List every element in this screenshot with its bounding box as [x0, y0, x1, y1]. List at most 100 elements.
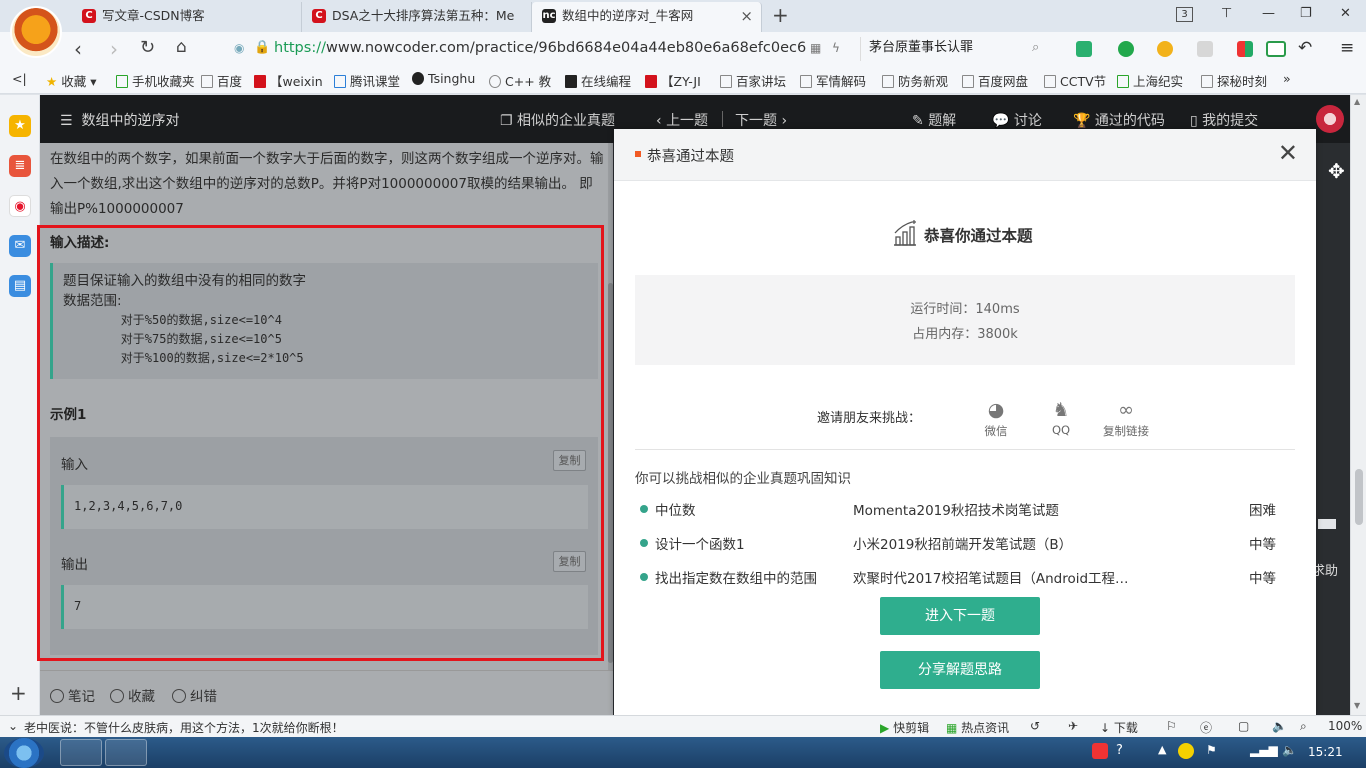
share-qq-button[interactable]: ♞ QQ — [1031, 397, 1091, 437]
coupon-icon[interactable] — [1157, 41, 1173, 57]
url-field[interactable]: ◉ 🔒 https://www.nowcoder.com/practice/96… — [226, 37, 856, 61]
tab-csdn[interactable]: C 写文章-CSDN博客 — [72, 2, 302, 32]
apps-icon[interactable] — [1237, 41, 1253, 57]
scroll-up-icon[interactable]: ▲ — [1354, 97, 1360, 106]
bookmark-item[interactable]: C++ 教 — [489, 71, 551, 90]
my-submissions-link[interactable]: ▯ 我的提交 — [1190, 110, 1258, 130]
ad-text[interactable]: 老中医说：不管什么皮肤病，用这个方法，1次就给你断根！ — [24, 719, 344, 736]
screenshot-icon[interactable] — [1197, 41, 1213, 57]
url-text[interactable]: https://www.nowcoder.com/practice/96bd66… — [274, 40, 806, 56]
scissors-icon[interactable] — [1076, 41, 1092, 57]
volume-icon[interactable]: 🔈 — [1272, 719, 1287, 733]
download-button[interactable]: ↓ 下载 — [1100, 719, 1138, 736]
next-problem-link[interactable]: 下一题 › — [735, 110, 787, 130]
window-icon[interactable]: ▢ — [1238, 719, 1249, 733]
prev-problem-link[interactable]: ‹ 上一题 — [656, 110, 708, 130]
related-source[interactable]: 欢聚时代2017校招笔试题目（Android工程… — [853, 567, 1129, 587]
related-name[interactable]: 找出指定数在数组中的范围 — [655, 567, 817, 587]
site-info-icon[interactable]: ◉ — [234, 41, 244, 55]
favorites-icon[interactable]: ★ — [9, 115, 31, 137]
bookmark-item[interactable]: 上海纪实 — [1117, 71, 1183, 90]
related-item[interactable]: 找出指定数在数组中的范围 欢聚时代2017校招笔试题目（Android工程… 中… — [640, 567, 1280, 589]
bookmark-item[interactable]: 在线编程 — [565, 71, 631, 90]
maximize-icon[interactable]: ❐ — [1300, 6, 1312, 21]
tray-expand-icon[interactable]: ▲ — [1158, 743, 1166, 756]
related-item[interactable]: 设计一个函数1 小米2019秋招前端开发笔试题（B） 中等 — [640, 533, 1280, 555]
discuss-link[interactable]: 💬 讨论 — [992, 110, 1042, 130]
qr-icon[interactable]: ▦ — [810, 41, 821, 55]
search-input[interactable]: 茅台原董事长认罪 — [860, 37, 1060, 61]
copy-input-button[interactable]: 复制 — [553, 450, 586, 471]
favorite-button[interactable]: 收藏 — [110, 685, 155, 705]
related-item[interactable]: 中位数 Momenta2019秋招技术岗笔试题 困难 — [640, 499, 1280, 521]
search-icon[interactable]: ⌕ — [1032, 40, 1039, 55]
news-icon[interactable]: ≣ — [9, 155, 31, 177]
help-tray-icon[interactable]: ? — [1116, 743, 1123, 758]
zoom-level[interactable]: 100% — [1328, 719, 1362, 733]
similar-problems-link[interactable]: ❐ 相似的企业真题 — [500, 110, 615, 130]
correct-button[interactable]: 纠错 — [172, 685, 217, 705]
refresh-status-icon[interactable]: ↺ — [1030, 719, 1040, 733]
bookmark-item[interactable]: CCTV节 — [1044, 71, 1106, 90]
related-name[interactable]: 设计一个函数1 — [655, 533, 745, 553]
quick-cut-button[interactable]: ▶ 快剪辑 — [880, 719, 929, 736]
bookmark-item[interactable]: 军情解码 — [800, 71, 866, 90]
bookmark-item[interactable]: ★ 收藏 ▾ — [46, 71, 96, 90]
weibo-icon[interactable]: ◉ — [9, 195, 31, 217]
share-solution-button[interactable]: 分享解题思路 — [880, 651, 1040, 689]
zoom-icon[interactable]: ⌕ — [1300, 719, 1307, 734]
start-button[interactable] — [4, 738, 44, 768]
fullscreen-icon[interactable]: ✥ — [1328, 159, 1345, 183]
network-flag-icon[interactable]: ⚑ — [1206, 743, 1217, 757]
forward-icon[interactable]: › — [110, 37, 118, 61]
translate-icon[interactable] — [1118, 41, 1134, 57]
tab-close-icon[interactable]: × — [740, 2, 753, 30]
next-problem-button[interactable]: 进入下一题 — [880, 597, 1040, 635]
add-panel-icon[interactable]: + — [10, 681, 27, 705]
reload-icon[interactable]: ↻ — [140, 37, 155, 58]
modal-close-icon[interactable]: ✕ — [1278, 139, 1298, 167]
share-wechat-button[interactable]: ◕ 微信 — [966, 397, 1026, 439]
sidebar-toggle-icon[interactable]: <| — [12, 71, 27, 86]
copy-output-button[interactable]: 复制 — [553, 551, 586, 572]
mail-icon[interactable]: ✉ — [9, 235, 31, 257]
tab-nowcoder[interactable]: nc 数组中的逆序对_牛客网 × — [532, 2, 762, 32]
scroll-down-icon[interactable]: ▼ — [1354, 701, 1360, 710]
passed-code-link[interactable]: 🏆 通过的代码 — [1073, 110, 1165, 130]
battery-icon[interactable] — [1266, 41, 1286, 57]
bookmark-item[interactable]: 百家讲坛 — [720, 71, 786, 90]
related-source[interactable]: Momenta2019秋招技术岗笔试题 — [853, 499, 1059, 519]
tab-count-badge[interactable]: 3 — [1176, 7, 1193, 22]
page-scrollbar[interactable]: ▲ ▼ — [1350, 95, 1366, 715]
bookmark-item[interactable]: 百度 — [201, 71, 242, 90]
menu-icon[interactable]: ≡ — [1340, 38, 1354, 58]
user-avatar[interactable] — [1316, 105, 1344, 133]
chevron-down-icon[interactable]: ⌄ — [8, 719, 18, 733]
minimize-icon[interactable]: — — [1262, 6, 1275, 21]
browser-logo-icon[interactable] — [10, 6, 62, 58]
new-tab-icon[interactable]: + — [772, 3, 789, 27]
bookmark-item[interactable]: 【ZY-JI — [645, 71, 701, 90]
tab-dsa[interactable]: C DSA之十大排序算法第五种：Me — [302, 2, 532, 32]
back-icon[interactable]: ‹ — [74, 37, 82, 61]
ie-icon[interactable]: ⓔ — [1200, 719, 1212, 736]
360-tray-icon[interactable] — [1178, 743, 1194, 759]
signal-icon[interactable]: ▂▄▆ — [1250, 743, 1278, 757]
undo-icon[interactable]: ↶ — [1298, 38, 1312, 58]
taskbar-browser-app[interactable] — [60, 739, 102, 766]
shirt-skin-icon[interactable]: ⊤ — [1221, 6, 1232, 21]
bookmark-item[interactable]: 腾讯课堂 — [334, 71, 400, 90]
system-clock[interactable]: 15:21 — [1308, 745, 1343, 759]
bookmark-item[interactable]: 防务新观 — [882, 71, 948, 90]
bookmark-item[interactable]: 手机收藏夹 — [116, 71, 195, 90]
bookmark-item[interactable]: 【weixin — [254, 71, 323, 90]
hot-news-button[interactable]: ▦ 热点资讯 — [946, 719, 1009, 736]
more-bookmarks-icon[interactable]: » — [1283, 71, 1291, 86]
flag-icon[interactable]: ⚐ — [1166, 719, 1177, 733]
copy-link-button[interactable]: ∞ 复制链接 — [1096, 397, 1156, 439]
scrollbar-thumb[interactable] — [1355, 469, 1363, 525]
solutions-link[interactable]: ✎ 题解 — [912, 110, 956, 130]
related-name[interactable]: 中位数 — [655, 499, 696, 519]
editor-scroll-arrow[interactable] — [1318, 519, 1336, 529]
speaker-icon[interactable]: 🔈 — [1282, 743, 1297, 757]
